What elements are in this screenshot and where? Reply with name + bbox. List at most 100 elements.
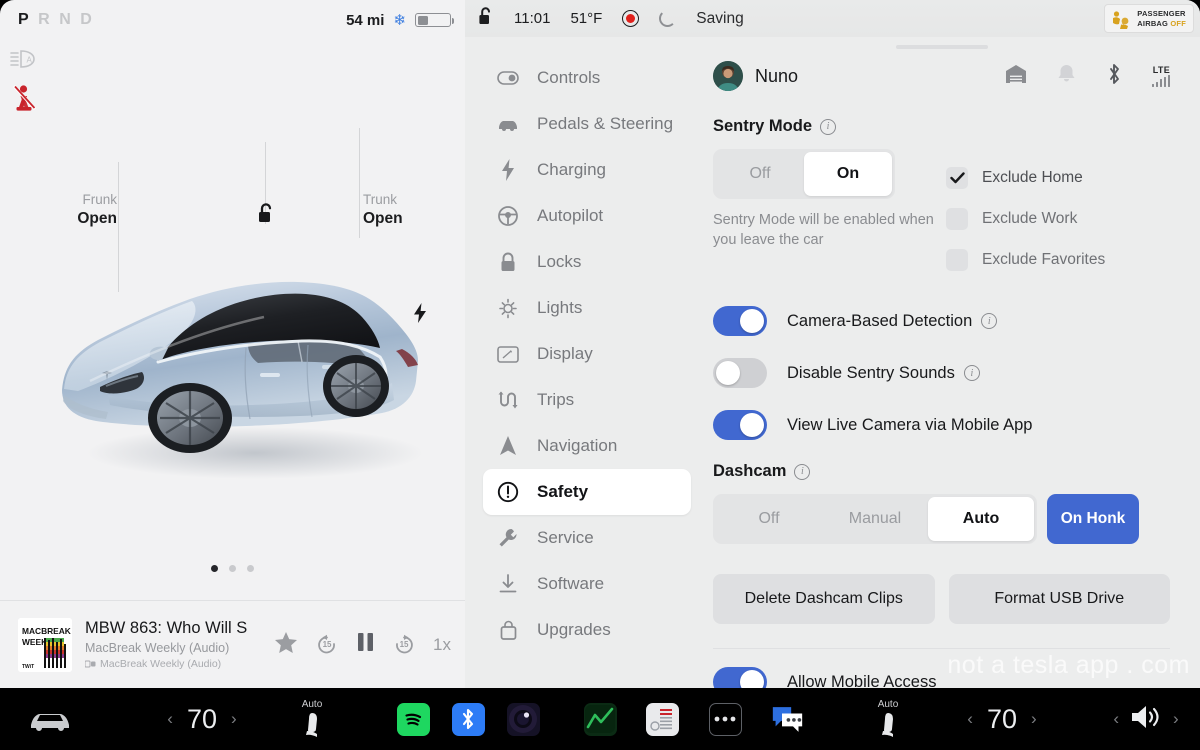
sidebar-item-trips[interactable]: Trips	[483, 377, 691, 423]
checkbox-unchecked[interactable]	[946, 208, 968, 230]
avatar[interactable]	[713, 61, 743, 91]
volume-icon[interactable]	[1129, 703, 1163, 736]
profile-row[interactable]: Nuno LTE	[713, 61, 1170, 91]
driver-seat-heater[interactable]: Auto	[286, 688, 338, 750]
sidebar-item-service[interactable]: Service	[483, 515, 691, 561]
chevron-left-icon[interactable]: ‹	[1113, 709, 1119, 729]
allow-mobile-access-row[interactable]: Allow Mobile Access	[713, 667, 1170, 688]
settings-sidebar[interactable]: Controls Pedals & Steering Charging	[465, 37, 705, 688]
exclude-favorites-row[interactable]: Exclude Favorites	[946, 239, 1105, 280]
dashcam-option-manual[interactable]: Manual	[822, 497, 928, 541]
car-icon[interactable]	[22, 688, 78, 750]
page-dot-1[interactable]	[211, 565, 218, 572]
more-icon[interactable]	[709, 703, 742, 736]
pause-icon[interactable]	[356, 631, 375, 658]
spotify-icon[interactable]	[397, 703, 430, 736]
format-usb-drive-button[interactable]: Format USB Drive	[949, 574, 1171, 624]
driver-temperature-control[interactable]: ‹ 70 ›	[132, 688, 272, 750]
chevron-right-icon[interactable]: ›	[1031, 709, 1037, 729]
chevron-left-icon[interactable]: ‹	[967, 709, 973, 729]
disable-sentry-sounds-row[interactable]: Disable Sentry Sounds i	[713, 358, 1170, 388]
sidebar-item-display[interactable]: Display	[483, 331, 691, 377]
clock[interactable]: 11:01	[514, 10, 550, 27]
sentry-option-off[interactable]: Off	[716, 152, 804, 196]
forward-15-icon[interactable]: 15	[393, 634, 415, 656]
sidebar-item-locks[interactable]: Locks	[483, 239, 691, 285]
bottom-taskbar[interactable]: ‹ 70 › Auto	[0, 688, 1200, 750]
app-bluetooth[interactable]	[449, 688, 487, 750]
allow-mobile-access-toggle[interactable]	[713, 667, 767, 688]
stocks-icon[interactable]	[584, 703, 617, 736]
drag-handle[interactable]	[896, 45, 988, 49]
garage-icon[interactable]	[1005, 64, 1027, 89]
messages-icon[interactable]	[771, 703, 804, 736]
playback-rate[interactable]: 1x	[433, 635, 451, 655]
passenger-temperature-value[interactable]: 70	[987, 704, 1017, 735]
page-dot-3[interactable]	[247, 565, 254, 572]
chevron-right-icon[interactable]: ›	[1173, 709, 1179, 729]
info-icon[interactable]: i	[820, 119, 836, 135]
delete-dashcam-clips-button[interactable]: Delete Dashcam Clips	[713, 574, 935, 624]
volume-control[interactable]: ‹ ›	[1092, 688, 1200, 750]
sidebar-item-navigation[interactable]: Navigation	[483, 423, 691, 469]
exclude-work-row[interactable]: Exclude Work	[946, 198, 1105, 239]
checkbox-unchecked[interactable]	[946, 249, 968, 271]
app-stocks[interactable]	[580, 688, 620, 750]
dashcam-option-auto[interactable]: Auto	[928, 497, 1034, 541]
cluster-page-dots[interactable]	[0, 565, 465, 572]
media-player[interactable]: MACBREAK WEEKLY TWiT	[0, 600, 465, 688]
info-icon[interactable]: i	[964, 365, 980, 381]
view-live-camera-row[interactable]: View Live Camera via Mobile App	[713, 410, 1170, 440]
bluetooth-icon[interactable]	[1106, 63, 1122, 90]
app-messages[interactable]	[766, 688, 808, 750]
app-more[interactable]	[706, 688, 744, 750]
sentry-exclusions[interactable]: Exclude Home Exclude Work Exclude Favori…	[946, 149, 1105, 280]
camera-icon[interactable]	[507, 703, 540, 736]
view-live-camera-toggle[interactable]	[713, 410, 767, 440]
sidebar-item-upgrades[interactable]: Upgrades	[483, 607, 691, 653]
sidebar-item-software[interactable]: Software	[483, 561, 691, 607]
camera-based-detection-row[interactable]: Camera-Based Detection i	[713, 306, 1170, 336]
disable-sentry-sounds-toggle[interactable]	[713, 358, 767, 388]
info-icon[interactable]: i	[794, 464, 810, 480]
app-calendar[interactable]	[642, 688, 682, 750]
lte-signal-icon[interactable]: LTE	[1152, 65, 1171, 87]
status-icon-group[interactable]: LTE	[1005, 63, 1171, 90]
dashcam-controls[interactable]: Off Manual Auto On Honk	[713, 494, 1170, 544]
passenger-seat-heater[interactable]: Auto	[862, 688, 914, 750]
rewind-15-icon[interactable]: 15	[316, 634, 338, 656]
vehicle-visualization[interactable]: Frunk Open Trunk Open	[0, 120, 465, 560]
sentry-option-on[interactable]: On	[804, 152, 892, 196]
dashcam-segmented[interactable]: Off Manual Auto	[713, 494, 1037, 544]
media-controls[interactable]: 15 15 1x	[274, 631, 451, 659]
sidebar-item-lights[interactable]: Lights	[483, 285, 691, 331]
page-dot-2[interactable]	[229, 565, 236, 572]
album-art[interactable]: MACBREAK WEEKLY TWiT	[18, 618, 72, 672]
star-icon[interactable]	[274, 631, 298, 659]
checkbox-checked[interactable]	[946, 167, 968, 189]
info-icon[interactable]: i	[981, 313, 997, 329]
camera-based-detection-toggle[interactable]	[713, 306, 767, 336]
app-spotify[interactable]	[394, 688, 432, 750]
dashcam-action-buttons[interactable]: Delete Dashcam Clips Format USB Drive	[713, 574, 1170, 624]
app-camera[interactable]	[504, 688, 542, 750]
outside-temperature[interactable]: 51°F	[570, 10, 602, 27]
sidebar-item-pedals-steering[interactable]: Pedals & Steering	[483, 101, 691, 147]
driver-temperature-value[interactable]: 70	[187, 704, 217, 735]
sentry-mode-segmented[interactable]: Off On	[713, 149, 895, 199]
dashcam-option-off[interactable]: Off	[716, 497, 822, 541]
sidebar-item-controls[interactable]: Controls	[483, 55, 691, 101]
passenger-temperature-control[interactable]: ‹ 70 ›	[932, 688, 1072, 750]
dashcam-on-honk-button[interactable]: On Honk	[1047, 494, 1139, 544]
bell-icon[interactable]	[1057, 63, 1076, 89]
bluetooth-icon[interactable]	[452, 703, 485, 736]
sidebar-item-autopilot[interactable]: Autopilot	[483, 193, 691, 239]
sidebar-item-safety[interactable]: Safety	[483, 469, 691, 515]
unlock-icon[interactable]	[477, 6, 494, 31]
exclude-home-row[interactable]: Exclude Home	[946, 157, 1105, 198]
chevron-right-icon[interactable]: ›	[231, 709, 237, 729]
record-dot-icon[interactable]	[622, 10, 639, 27]
calendar-icon[interactable]	[646, 703, 679, 736]
chevron-left-icon[interactable]: ‹	[167, 709, 173, 729]
sidebar-item-charging[interactable]: Charging	[483, 147, 691, 193]
